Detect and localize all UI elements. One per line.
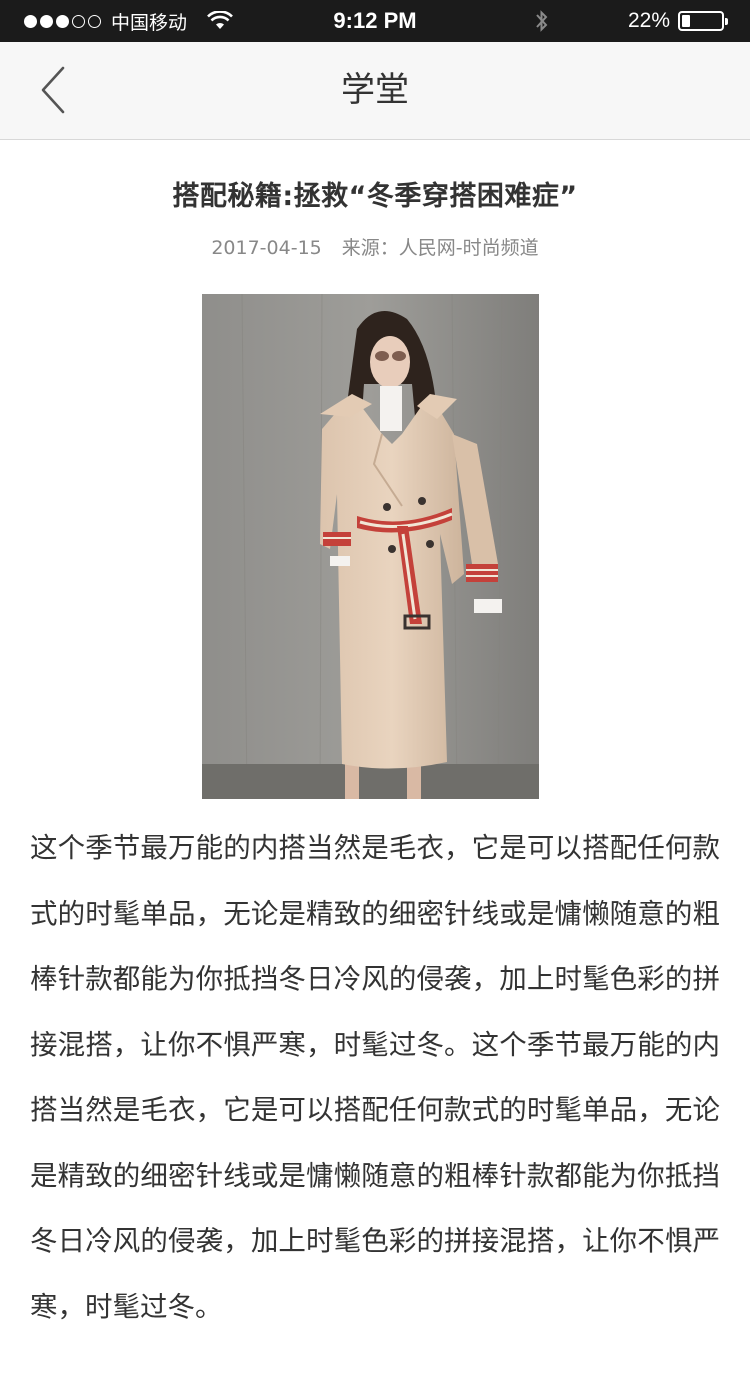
article-image bbox=[202, 294, 539, 799]
carrier-group: 中国移动 bbox=[24, 0, 233, 42]
article-title: 搭配秘籍:拯救“冬季穿搭困难症” bbox=[172, 181, 578, 212]
fashion-photo bbox=[202, 294, 539, 799]
carrier-name: 中国移动 bbox=[111, 12, 188, 34]
nav-bar: 学堂 bbox=[0, 42, 750, 140]
chevron-left-icon bbox=[41, 66, 65, 114]
article-body: 这个季节最万能的内搭当然是毛衣，它是可以搭配任何款式的时髦单品，无论是精致的细密… bbox=[30, 832, 720, 1323]
bluetooth-icon bbox=[536, 10, 548, 32]
back-button[interactable] bbox=[24, 60, 84, 120]
battery-level bbox=[682, 15, 691, 27]
status-bar: 中国移动 9:12 PM 22% bbox=[0, 0, 750, 42]
battery-icon bbox=[678, 11, 728, 31]
article-date: 2017-04-15 bbox=[211, 237, 322, 259]
wifi-icon bbox=[207, 11, 233, 29]
battery-percent: 22% bbox=[627, 9, 670, 32]
signal-strength-icon bbox=[24, 14, 101, 28]
battery-group: 22% bbox=[627, 0, 728, 42]
article-meta: 2017-04-15 来源：人民网-时尚频道 bbox=[0, 233, 750, 260]
page-title: 学堂 bbox=[341, 70, 409, 110]
article-source: 来源：人民网-时尚频道 bbox=[341, 237, 539, 259]
